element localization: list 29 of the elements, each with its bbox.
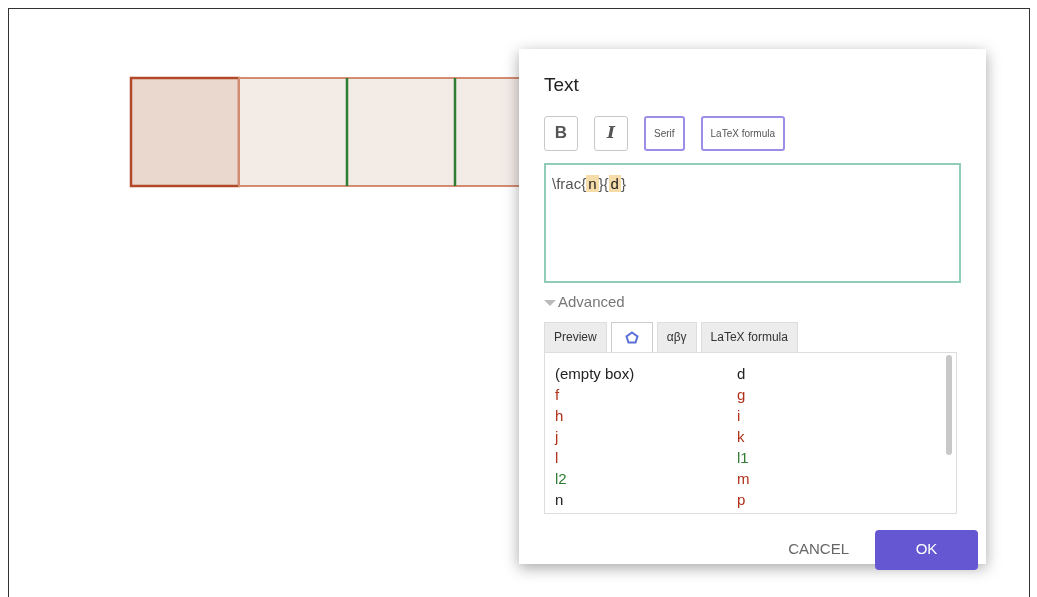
ok-button[interactable]: OK bbox=[875, 529, 978, 570]
object-item[interactable]: d bbox=[737, 362, 919, 384]
object-item[interactable]: p bbox=[737, 488, 919, 510]
object-item[interactable]: j bbox=[555, 425, 737, 447]
object-item[interactable]: i bbox=[737, 404, 919, 426]
tab[interactable]: LaTeX formula bbox=[700, 321, 798, 352]
tab[interactable]: αβγ bbox=[656, 321, 697, 352]
object-item[interactable]: n bbox=[555, 488, 737, 510]
advanced-toggle[interactable]: Advanced bbox=[544, 290, 625, 313]
formula-input-field[interactable]: \frac{n}{d} bbox=[544, 162, 961, 283]
object-item[interactable]: h bbox=[555, 404, 737, 426]
pentagon-icon bbox=[624, 331, 639, 345]
object-item[interactable]: g bbox=[737, 383, 919, 405]
object-item[interactable]: (empty box) bbox=[555, 362, 737, 384]
object-item[interactable]: m bbox=[737, 467, 919, 489]
object-item[interactable]: l2 bbox=[555, 467, 737, 489]
dialog-title: Text bbox=[544, 73, 580, 97]
object-item[interactable]: l bbox=[555, 446, 737, 468]
tab[interactable]: Preview bbox=[544, 321, 607, 352]
object-item[interactable]: l1 bbox=[737, 446, 919, 468]
format-button[interactable]: Serif bbox=[644, 115, 685, 151]
cancel-button[interactable]: CANCEL bbox=[770, 529, 867, 570]
icon-tab[interactable] bbox=[610, 321, 653, 352]
scrollbar-thumb[interactable] bbox=[946, 354, 952, 455]
object-item[interactable]: k bbox=[737, 425, 919, 447]
object-item[interactable]: f bbox=[555, 383, 737, 405]
format-button[interactable]: I bbox=[594, 115, 628, 151]
format-button[interactable]: LaTeX formula bbox=[700, 115, 786, 151]
format-button[interactable]: B bbox=[544, 115, 578, 151]
